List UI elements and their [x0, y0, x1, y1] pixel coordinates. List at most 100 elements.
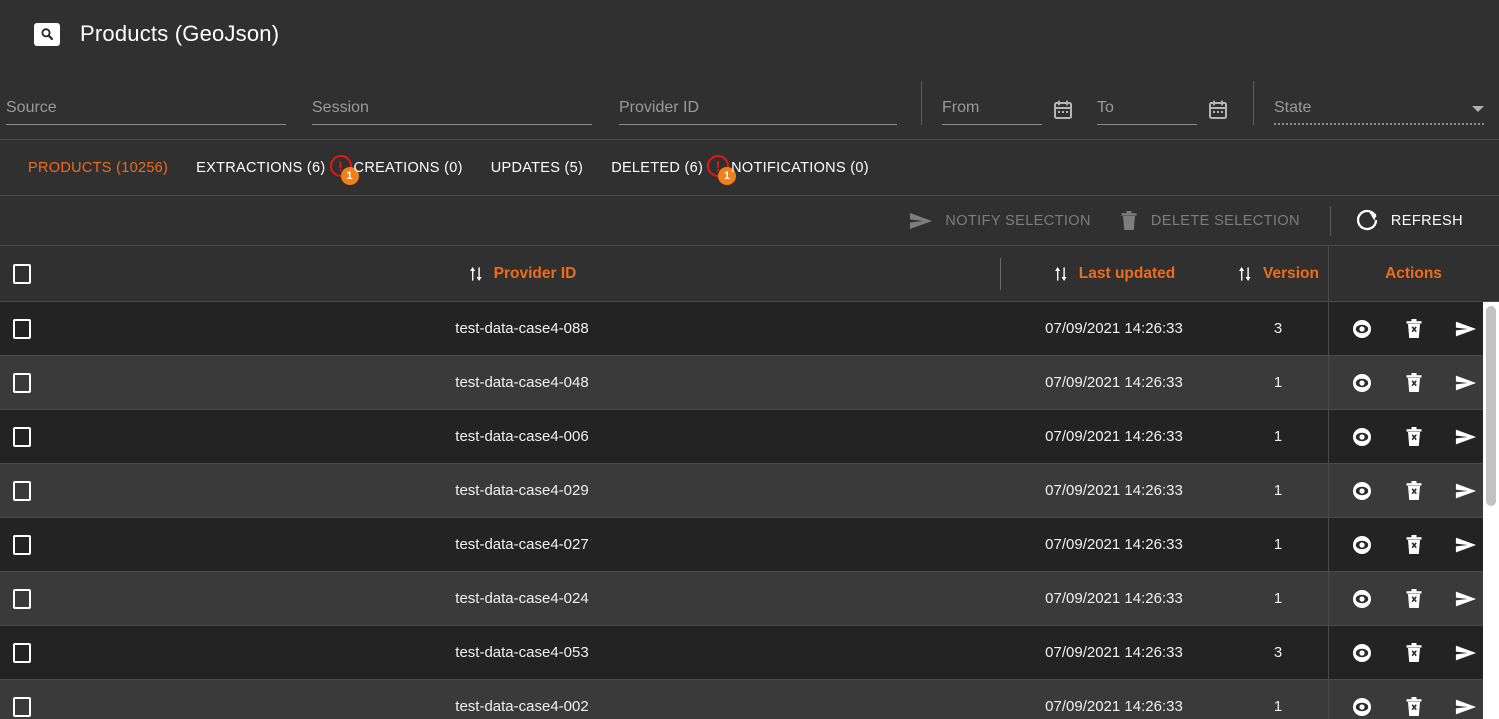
source-input[interactable]	[6, 97, 286, 119]
tab-label: CREATIONS (0)	[353, 159, 463, 176]
row-checkbox[interactable]	[13, 588, 31, 609]
table-row[interactable]: test-data-case4-029 07/09/2021 14:26:33 1	[0, 464, 1499, 518]
header-last-updated[interactable]: Last updated	[1000, 265, 1228, 283]
select-all-checkbox[interactable]	[13, 263, 31, 284]
chevron-down-icon[interactable]	[1472, 106, 1484, 112]
notify-icon[interactable]	[1455, 372, 1477, 394]
tab-extractions[interactable]: EXTRACTIONS (6) ! 1	[182, 140, 359, 196]
sort-icon[interactable]	[468, 265, 484, 283]
from-date-input[interactable]	[942, 97, 1042, 119]
view-icon[interactable]	[1351, 318, 1373, 340]
sort-icon[interactable]	[1237, 265, 1253, 283]
cell-provider-id: test-data-case4-024	[44, 590, 1000, 607]
filter-bar: State	[0, 68, 1499, 140]
header-provider-id[interactable]: Provider ID	[44, 265, 1000, 283]
tab-products[interactable]: PRODUCTS (10256)	[14, 140, 182, 196]
delete-icon[interactable]	[1403, 696, 1425, 718]
from-date-filter[interactable]	[942, 97, 1042, 125]
table-row[interactable]: test-data-case4-048 07/09/2021 14:26:33 1	[0, 356, 1499, 410]
session-input[interactable]	[312, 97, 592, 119]
cell-provider-id: test-data-case4-029	[44, 482, 1000, 499]
cell-version: 1	[1228, 428, 1328, 445]
version-value: 1	[1273, 374, 1283, 391]
last-updated-value: 07/09/2021 14:26:33	[1045, 428, 1183, 445]
row-checkbox[interactable]	[13, 372, 31, 393]
delete-selection-button[interactable]: DELETE SELECTION	[1105, 201, 1314, 241]
delete-icon[interactable]	[1403, 318, 1425, 340]
view-icon[interactable]	[1351, 588, 1373, 610]
select-all-cell	[0, 263, 44, 284]
provider-id-input[interactable]	[619, 97, 897, 119]
version-value: 3	[1273, 320, 1283, 337]
cell-version: 3	[1228, 644, 1328, 661]
header-divider	[1000, 258, 1001, 290]
calendar-icon[interactable]	[1052, 99, 1074, 121]
view-icon[interactable]	[1351, 642, 1373, 664]
notify-icon[interactable]	[1455, 318, 1477, 340]
toolbar-divider	[1329, 205, 1331, 236]
header-version[interactable]: Version	[1228, 265, 1328, 283]
header-label: Last updated	[1078, 264, 1176, 282]
cell-version: 1	[1228, 590, 1328, 607]
header-label: Provider ID	[493, 264, 577, 282]
table-row[interactable]: test-data-case4-053 07/09/2021 14:26:33 3	[0, 626, 1499, 680]
state-filter[interactable]: State	[1274, 97, 1484, 125]
cell-actions	[1328, 318, 1499, 340]
scrollbar-thumb[interactable]	[1486, 306, 1496, 506]
session-filter[interactable]	[312, 97, 592, 125]
delete-icon[interactable]	[1403, 480, 1425, 502]
sort-icon[interactable]	[1053, 265, 1069, 283]
view-icon[interactable]	[1351, 480, 1373, 502]
source-filter[interactable]	[6, 97, 286, 125]
cell-last-updated: 07/09/2021 14:26:33	[1000, 428, 1228, 445]
row-select-cell	[0, 480, 44, 501]
table-row[interactable]: test-data-case4-006 07/09/2021 14:26:33 1	[0, 410, 1499, 464]
provider-id-filter[interactable]	[619, 97, 897, 125]
provider-id-value: test-data-case4-048	[455, 374, 589, 391]
products-geojson-page: Products (GeoJson) Source Session Provid…	[0, 0, 1499, 719]
view-icon[interactable]	[1351, 534, 1373, 556]
notify-icon[interactable]	[1455, 480, 1477, 502]
cell-last-updated: 07/09/2021 14:26:33	[1000, 374, 1228, 391]
view-icon[interactable]	[1351, 426, 1373, 448]
notify-icon[interactable]	[1455, 642, 1477, 664]
tab-updates[interactable]: UPDATES (5)	[477, 140, 597, 196]
delete-icon[interactable]	[1403, 534, 1425, 556]
notify-icon[interactable]	[1455, 534, 1477, 556]
row-checkbox[interactable]	[13, 534, 31, 555]
to-date-filter[interactable]	[1097, 97, 1197, 125]
notify-icon[interactable]	[1455, 588, 1477, 610]
table-row[interactable]: test-data-case4-024 07/09/2021 14:26:33 1	[0, 572, 1499, 626]
cell-provider-id: test-data-case4-006	[44, 428, 1000, 445]
view-icon[interactable]	[1351, 696, 1373, 718]
delete-icon[interactable]	[1403, 642, 1425, 664]
actions-column-divider	[1328, 246, 1329, 719]
table-row[interactable]: test-data-case4-002 07/09/2021 14:26:33 1	[0, 680, 1499, 719]
refresh-button[interactable]: REFRESH	[1341, 201, 1477, 241]
vertical-scrollbar[interactable]	[1483, 302, 1499, 719]
page-title: Products (GeoJson)	[80, 21, 280, 46]
version-value: 1	[1273, 482, 1283, 499]
tab-notifications[interactable]: NOTIFICATIONS (0)	[717, 140, 883, 196]
delete-icon[interactable]	[1403, 588, 1425, 610]
delete-icon[interactable]	[1403, 372, 1425, 394]
table-row[interactable]: test-data-case4-088 07/09/2021 14:26:33 3	[0, 302, 1499, 356]
row-checkbox[interactable]	[13, 696, 31, 717]
row-checkbox[interactable]	[13, 480, 31, 501]
row-checkbox[interactable]	[13, 642, 31, 663]
tab-deleted[interactable]: DELETED (6) ! 1	[597, 140, 737, 196]
row-select-cell	[0, 426, 44, 447]
calendar-icon[interactable]	[1207, 99, 1229, 121]
notify-icon[interactable]	[1455, 426, 1477, 448]
delete-icon[interactable]	[1403, 426, 1425, 448]
to-date-input[interactable]	[1097, 97, 1197, 119]
notify-selection-button[interactable]: NOTIFY SELECTION	[895, 201, 1105, 241]
view-icon[interactable]	[1351, 372, 1373, 394]
tab-creations[interactable]: CREATIONS (0)	[340, 140, 477, 196]
row-checkbox[interactable]	[13, 318, 31, 339]
table-row[interactable]: test-data-case4-027 07/09/2021 14:26:33 1	[0, 518, 1499, 572]
tab-bar: PRODUCTS (10256) EXTRACTIONS (6) ! 1 CRE…	[0, 140, 1499, 196]
row-checkbox[interactable]	[13, 426, 31, 447]
provider-id-value: test-data-case4-088	[455, 320, 589, 337]
notify-icon[interactable]	[1455, 696, 1477, 718]
